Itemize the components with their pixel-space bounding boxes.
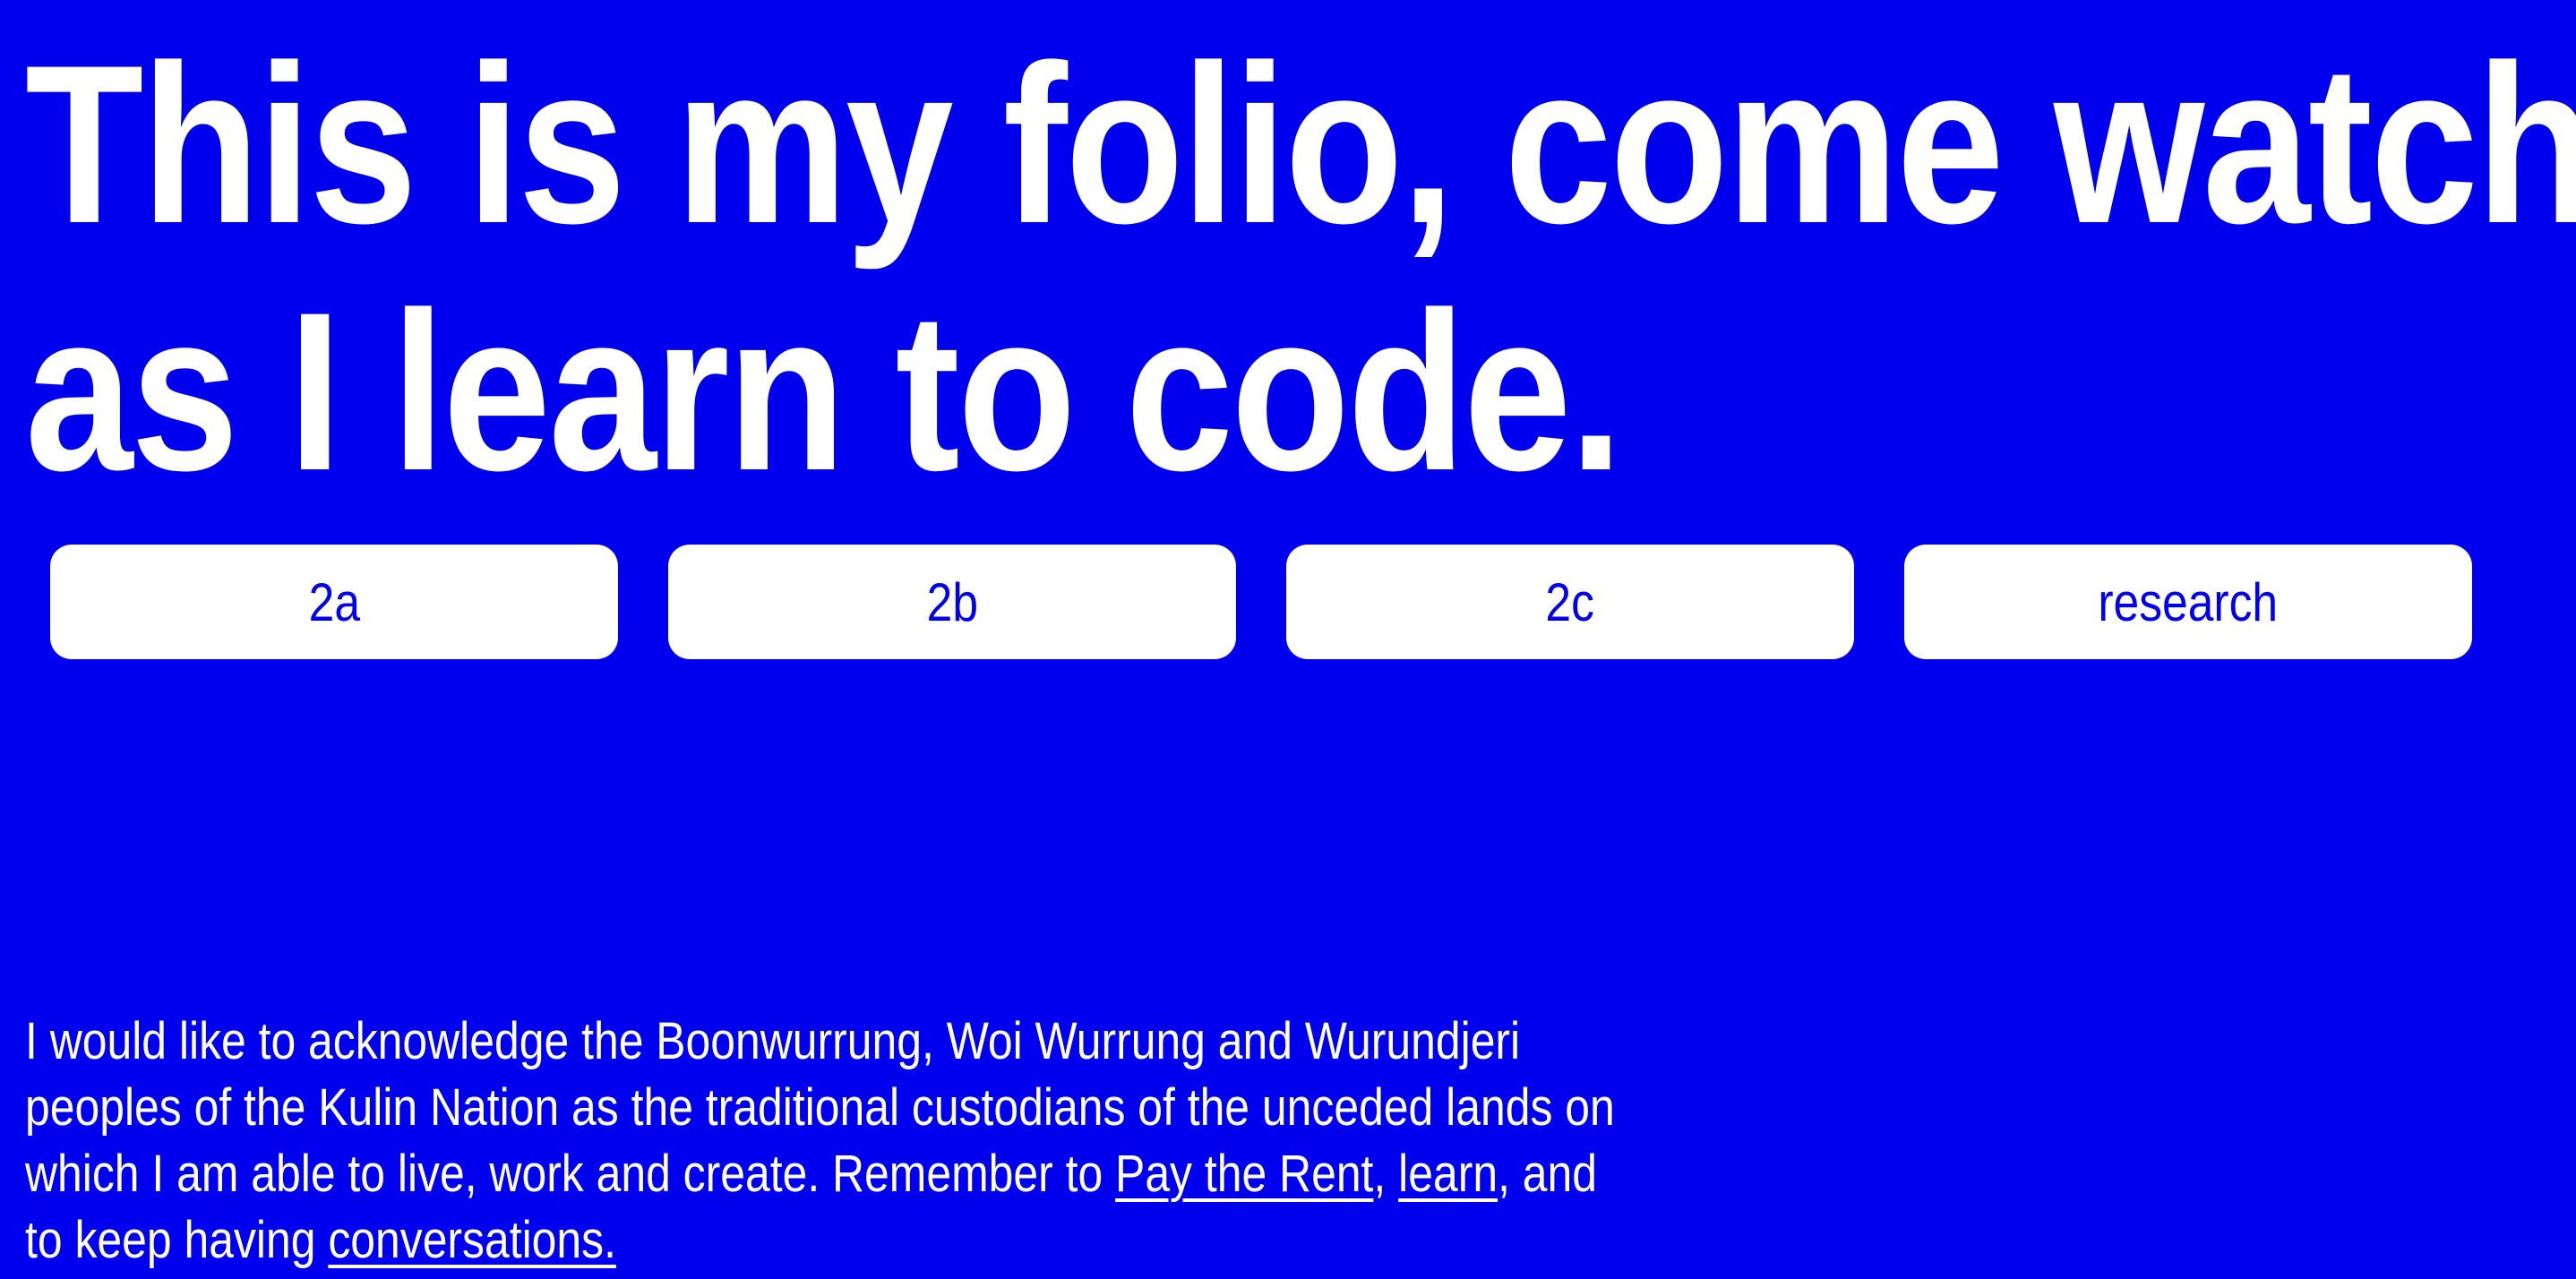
learn-link[interactable]: learn (1398, 1145, 1498, 1203)
comma-text: , (1373, 1145, 1387, 1203)
nav-button-2b[interactable]: 2b (668, 545, 1236, 659)
page-title-line-1: This is my folio, come watch (25, 19, 2576, 270)
nav-button-research[interactable]: research (1904, 545, 2472, 659)
acknowledgement-of-country: I would like to acknowledge the Boonwurr… (25, 1009, 1720, 1274)
acknowledgement-line-4-text: to keep having (25, 1211, 329, 1269)
nav-button-2c[interactable]: 2c (1286, 545, 1854, 659)
nav-button-2a[interactable]: 2a (50, 545, 618, 659)
conversations-link[interactable]: conversations. (328, 1211, 616, 1269)
nav-button-label: 2b (926, 571, 978, 632)
acknowledgement-line-2: peoples of the Kulin Nation as the tradi… (25, 1078, 1615, 1137)
project-navigation: 2a 2b 2c research (50, 545, 2476, 659)
nav-button-label: research (2098, 571, 2279, 632)
page-title-line-2: as I learn to code. (25, 266, 1623, 518)
nav-button-label: 2a (308, 571, 360, 632)
acknowledgement-line-3-text: which I am able to live, work and create… (25, 1145, 1116, 1203)
pay-the-rent-link[interactable]: Pay the Rent (1115, 1145, 1373, 1203)
after-learn-text: , and (1498, 1145, 1598, 1203)
acknowledgement-line-1: I would like to acknowledge the Boonwurr… (25, 1012, 1521, 1070)
nav-button-label: 2c (1545, 571, 1595, 632)
page-title: This is my folio, come watch as I learn … (25, 19, 2576, 518)
